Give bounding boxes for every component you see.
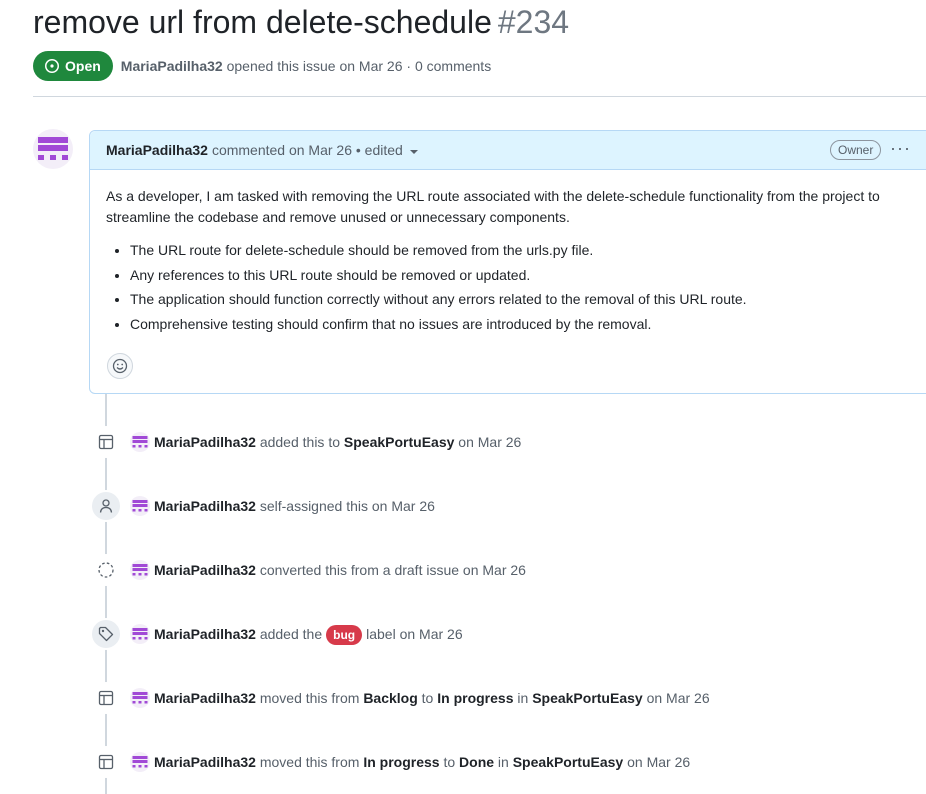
avatar[interactable] xyxy=(33,129,73,169)
tag-icon xyxy=(98,626,114,642)
event-author-link[interactable]: MariaPadilha32 xyxy=(154,690,256,706)
event-badge xyxy=(90,682,122,714)
draft-issue-icon xyxy=(98,562,114,578)
event-text: in xyxy=(497,754,509,770)
comment-author-link[interactable]: MariaPadilha32 xyxy=(106,142,208,158)
project-link[interactable]: SpeakPortuEasy xyxy=(344,434,455,450)
column-name: Done xyxy=(459,754,495,770)
more-options-icon[interactable]: ··· xyxy=(890,139,911,157)
add-reaction-button[interactable] xyxy=(107,353,133,379)
identicon-icon xyxy=(132,436,148,448)
column-name: In progress xyxy=(437,690,514,706)
event-text[interactable]: on Mar 26 xyxy=(627,754,690,770)
identicon-icon xyxy=(38,137,68,160)
column-name: Backlog xyxy=(363,690,418,706)
event-badge xyxy=(90,746,122,778)
issue-number: #234 xyxy=(497,4,570,40)
identicon-icon xyxy=(132,756,148,768)
issue-author-link[interactable]: MariaPadilha32 xyxy=(121,58,223,74)
list-item: The application should function correctl… xyxy=(130,289,922,310)
project-table-icon xyxy=(98,754,114,770)
list-item: Comprehensive testing should confirm tha… xyxy=(130,314,922,335)
project-table-icon xyxy=(98,690,114,706)
event-text: in xyxy=(517,690,529,706)
identicon-icon xyxy=(132,692,148,704)
timeline-event: MariaPadilha32 added the bug label on Ma… xyxy=(90,618,463,650)
column-name: In progress xyxy=(363,754,440,770)
divider xyxy=(33,96,926,97)
event-text: moved this from xyxy=(259,754,360,770)
comment-header: MariaPadilha32 commented on Mar 26 • edi… xyxy=(90,131,926,170)
event-text: to xyxy=(421,690,434,706)
event-author-link[interactable]: MariaPadilha32 xyxy=(154,562,256,578)
event-text: self-assigned this on Mar 26 xyxy=(259,498,435,514)
person-icon xyxy=(99,499,113,513)
issue-opened-icon xyxy=(45,59,59,73)
avatar[interactable] xyxy=(130,560,150,580)
event-badge xyxy=(90,490,122,522)
event-author-link[interactable]: MariaPadilha32 xyxy=(154,434,256,450)
event-author-link[interactable]: MariaPadilha32 xyxy=(154,498,256,514)
timeline-event: MariaPadilha32 moved this from Backlog t… xyxy=(90,682,710,714)
bug-label[interactable]: bug xyxy=(326,625,363,645)
event-badge xyxy=(90,426,122,458)
comment-body: As a developer, I am tasked with removin… xyxy=(90,170,926,335)
comment-timestamp[interactable]: commented on Mar 26 • edited xyxy=(212,142,403,158)
event-author-link[interactable]: MariaPadilha32 xyxy=(154,626,256,642)
owner-badge: Owner xyxy=(830,140,882,160)
identicon-icon xyxy=(132,500,148,512)
list-item: Any references to this URL route should … xyxy=(130,265,922,286)
avatar[interactable] xyxy=(130,496,150,516)
smiley-icon xyxy=(112,358,128,374)
event-text[interactable]: on Mar 26 xyxy=(647,690,710,706)
event-text: to xyxy=(443,754,456,770)
issue-meta: Open MariaPadilha32 opened this issue on… xyxy=(33,51,491,81)
avatar[interactable] xyxy=(130,688,150,708)
event-text: converted this from a draft issue on Mar… xyxy=(259,562,526,578)
identicon-icon xyxy=(132,628,148,640)
comment-paragraph: As a developer, I am tasked with removin… xyxy=(106,188,880,225)
event-badge xyxy=(90,618,122,650)
event-author-link[interactable]: MariaPadilha32 xyxy=(154,754,256,770)
event-text[interactable]: on Mar 26 xyxy=(458,434,521,450)
timeline-event: MariaPadilha32 converted this from a dra… xyxy=(90,554,526,586)
project-table-icon xyxy=(98,434,114,450)
timeline-event: MariaPadilha32 moved this from In progre… xyxy=(90,746,690,778)
issue-opened-text: opened this issue on Mar 26 · 0 comments xyxy=(226,58,492,74)
event-badge xyxy=(90,554,122,586)
timeline-event: MariaPadilha32 added this to SpeakPortuE… xyxy=(90,426,521,458)
event-text: added the xyxy=(259,626,323,642)
issue-title-row: remove url from delete-schedule #234 xyxy=(33,4,569,41)
project-link[interactable]: SpeakPortuEasy xyxy=(513,754,624,770)
event-text: added this to xyxy=(259,434,340,450)
comment-bullet-list: The URL route for delete-schedule should… xyxy=(106,240,922,335)
project-link[interactable]: SpeakPortuEasy xyxy=(532,690,643,706)
issue-state-label: Open xyxy=(65,58,101,74)
event-text: moved this from xyxy=(259,690,360,706)
list-item: The URL route for delete-schedule should… xyxy=(130,240,922,261)
issue-state-badge: Open xyxy=(33,51,113,81)
chevron-down-icon[interactable] xyxy=(409,149,418,154)
avatar[interactable] xyxy=(130,752,150,772)
issue-title: remove url from delete-schedule xyxy=(33,4,492,40)
issue-comment: MariaPadilha32 commented on Mar 26 • edi… xyxy=(89,130,926,394)
avatar[interactable] xyxy=(130,624,150,644)
timeline-event: MariaPadilha32 self-assigned this on Mar… xyxy=(90,490,435,522)
event-text: label on Mar 26 xyxy=(366,626,463,642)
avatar[interactable] xyxy=(130,432,150,452)
identicon-icon xyxy=(132,564,148,576)
